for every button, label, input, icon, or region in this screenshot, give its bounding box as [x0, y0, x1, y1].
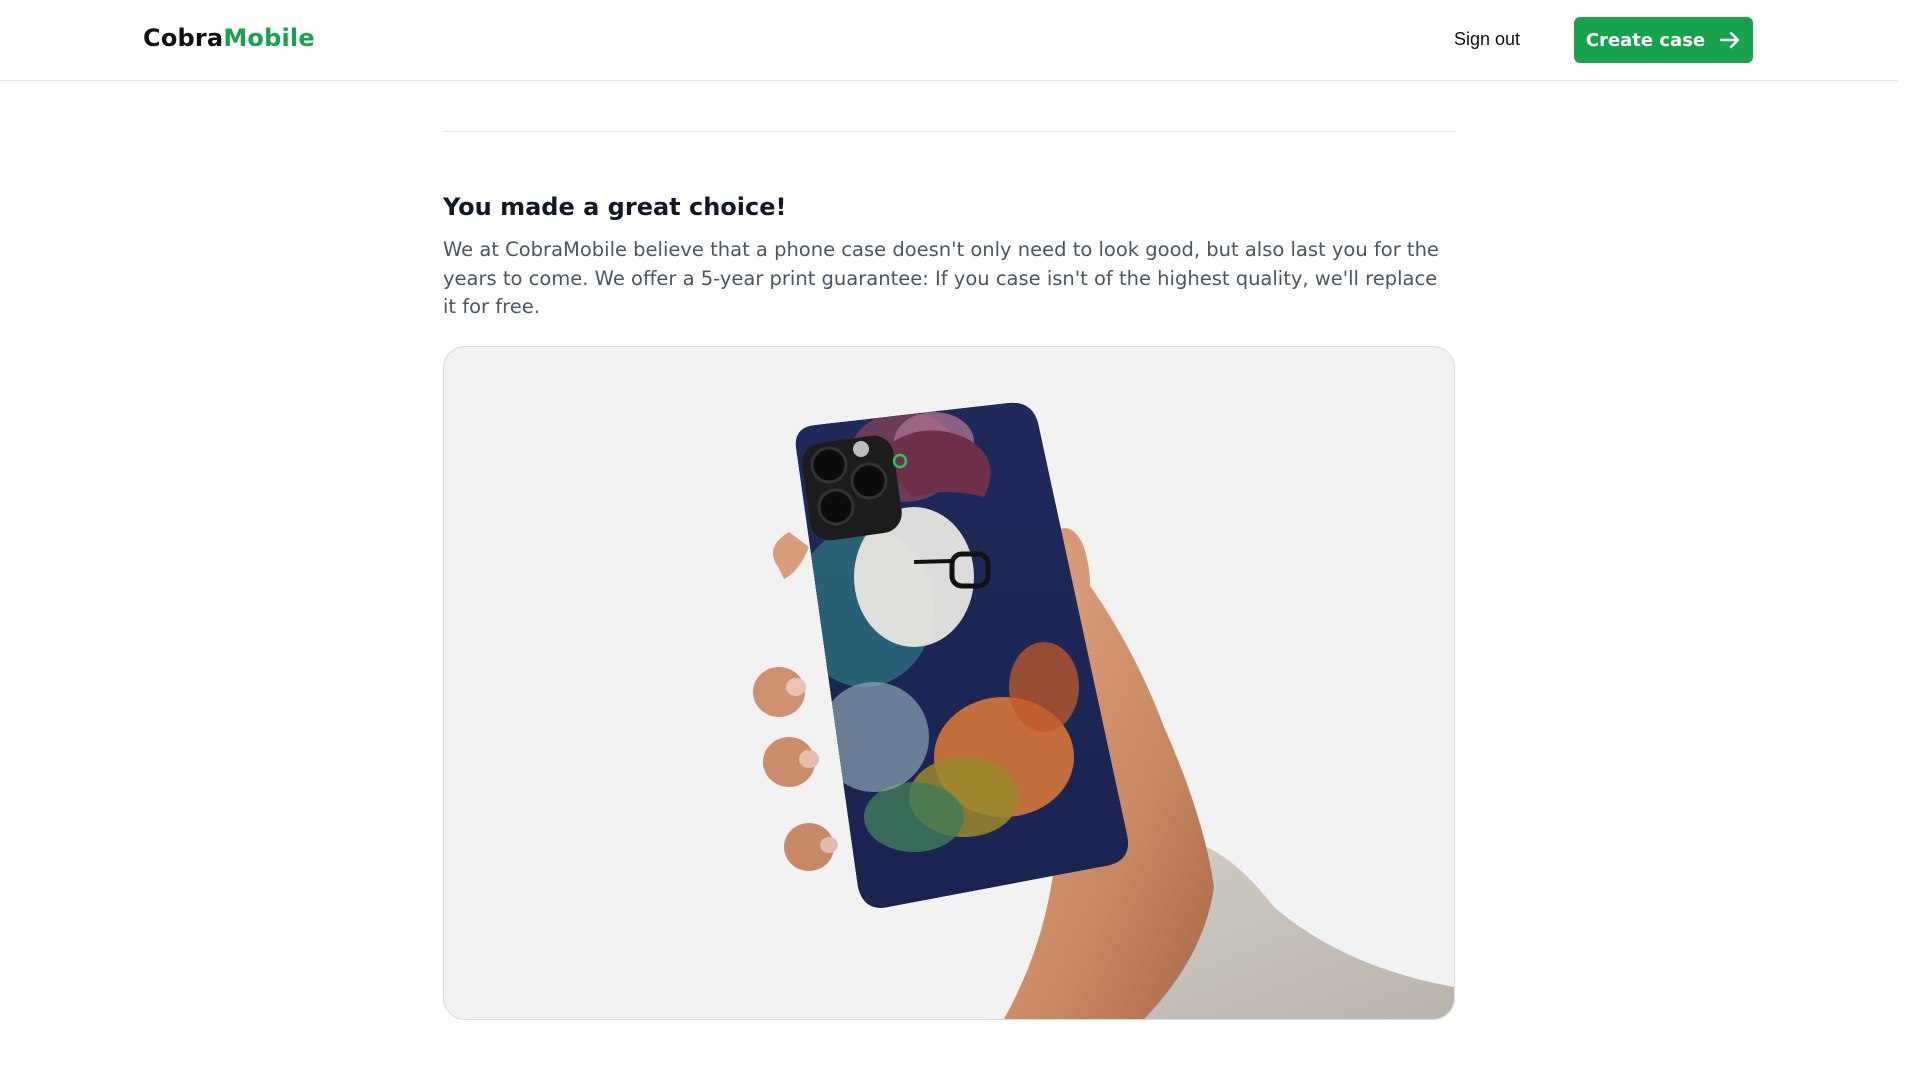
create-case-button[interactable]: Create case [1574, 17, 1753, 63]
section-heading: You made a great choice! [443, 193, 787, 221]
sign-out-button[interactable]: Sign out [1440, 17, 1534, 61]
logo-accent-text: Mobile [223, 24, 315, 52]
page: CobraMobile Sign out Create case You mad… [0, 0, 1898, 1080]
arrow-right-icon [1719, 30, 1741, 50]
hand-holding-phone-image [753, 402, 1454, 1019]
create-case-label: Create case [1585, 29, 1706, 51]
section-description: We at CobraMobile believe that a phone c… [443, 238, 1439, 318]
section-divider [443, 131, 1455, 132]
phone-image-card [443, 346, 1455, 1020]
logo-primary-text: Cobra [143, 24, 224, 52]
navbar: CobraMobile Sign out Create case [0, 0, 1898, 81]
logo[interactable]: CobraMobile [143, 24, 315, 52]
